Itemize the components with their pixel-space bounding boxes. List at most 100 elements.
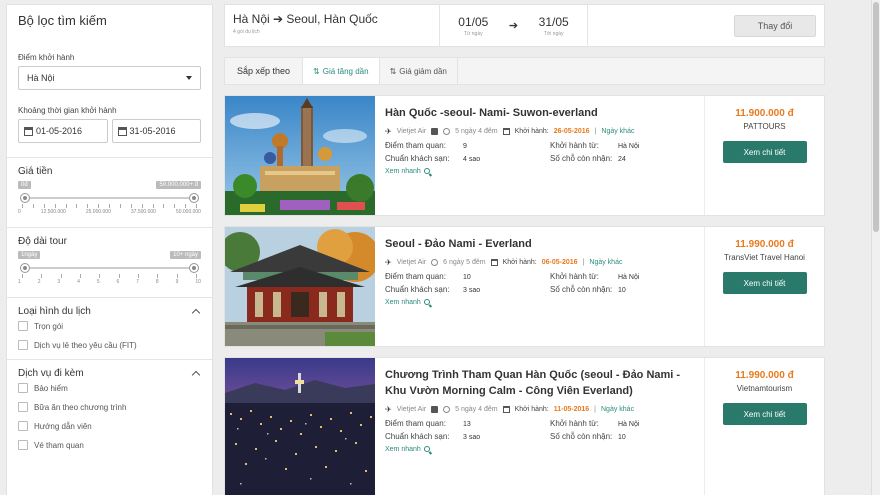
view-detail-button[interactable]: Xem chi tiết [722, 141, 807, 163]
bus-icon [431, 127, 439, 135]
sort-desc-icon: ⇅ [389, 66, 397, 76]
price-panel: 11.900.000 đ PATTOURS Xem chi tiết [705, 96, 824, 215]
scrollbar-thumb[interactable] [873, 2, 879, 232]
date-to-label: Tới ngày [543, 30, 564, 37]
duration-slider[interactable] [20, 262, 199, 274]
view-detail-button[interactable]: Xem chi tiết [722, 403, 807, 425]
sort-bar: Sắp xếp theo ⇅ Giá tăng dần ⇅ Giá giảm d… [224, 57, 825, 85]
price: 11.990.000 đ [735, 370, 794, 381]
quick-view-link[interactable]: Xem nhanh [385, 446, 694, 453]
duration-min-tag: 1ngày [18, 251, 41, 259]
price-slider[interactable] [20, 192, 199, 204]
page-scrollbar[interactable] [871, 0, 880, 495]
departure-label: Khởi hành: [514, 127, 549, 135]
tour-type-heading[interactable]: Loại hình du lịch [18, 306, 201, 318]
service-option[interactable]: Hướng dẫn viên [18, 421, 201, 431]
tour-image[interactable] [225, 358, 375, 495]
date-to-input[interactable]: 31-05-2016 [111, 119, 201, 143]
tour-card: Hàn Quốc -seoul- Nami- Suwon-everland ✈ … [224, 95, 825, 216]
departure-label: Khởi hành: [502, 258, 537, 266]
tour-type-option[interactable]: Dịch vụ lẻ theo yêu cầu (FIT) [18, 340, 201, 350]
caret-down-icon [186, 76, 192, 80]
seats-label: Số chỗ còn nhận: [550, 284, 613, 294]
other-days-link[interactable]: Ngày khác [601, 128, 634, 135]
divider [7, 359, 212, 360]
sort-price-desc-tab[interactable]: ⇅ Giá giảm dần [378, 58, 458, 84]
departure-label: Điểm khởi hành [18, 53, 75, 62]
change-button[interactable]: Thay đổi [734, 14, 816, 37]
search-icon [423, 299, 430, 306]
tour-type-option[interactable]: Trọn gói [18, 321, 201, 331]
other-days-link[interactable]: Ngày khác [601, 406, 634, 413]
quick-view-link[interactable]: Xem nhanh [385, 299, 694, 306]
route-title: Hà Nội ➔ Seoul, Hàn Quốc [233, 12, 378, 26]
price-panel: 11.990.000 đ Vietnamtourism Xem chi tiết [705, 358, 824, 495]
option-label: Vé tham quan [34, 440, 84, 450]
departure-date: 26-05-2016 [553, 127, 590, 135]
date-from-input[interactable]: 01-05-2016 [18, 119, 108, 143]
quick-view-label: Xem nhanh [385, 298, 421, 306]
depart-from-label: Khởi hành từ: [550, 271, 599, 281]
tour-image[interactable] [225, 96, 375, 215]
tour-details: Điểm tham quan: 9 Khởi hành từ: Hà Nội Chu… [385, 141, 694, 163]
sort-price-asc-tab[interactable]: ⇅ Giá tăng dần [302, 58, 379, 84]
tour-title[interactable]: Seoul - Đảo Nami - Everland [385, 237, 694, 253]
airline: Vietjet Air [396, 127, 427, 135]
checkbox[interactable] [18, 340, 28, 350]
checkbox[interactable] [18, 440, 28, 450]
seats-value: 10 [618, 286, 626, 294]
plane-icon: ✈ [385, 257, 392, 267]
departure-select[interactable]: Hà Nội [18, 66, 201, 90]
other-days-link[interactable]: Ngày khác [589, 259, 622, 266]
depart-from-value: Hà Nội [618, 273, 640, 281]
chevron-up-icon[interactable] [191, 370, 201, 380]
seats-value: 10 [618, 433, 626, 441]
services-heading[interactable]: Dịch vụ đi kèm [18, 368, 201, 380]
tour-image[interactable] [225, 227, 375, 346]
price-max-tag: 50.000.000+ đ [156, 181, 201, 189]
date-range: 01/05 Từ ngày ➔ 31/05 Tới ngày [440, 5, 588, 46]
checkbox[interactable] [18, 402, 28, 412]
sort-desc-label: Giá giảm dần [399, 66, 447, 76]
price-min-tag: 0đ [18, 181, 31, 189]
service-option[interactable]: Vé tham quan [18, 440, 201, 450]
departure-date: 06-05-2016 [541, 258, 578, 266]
view-detail-button[interactable]: Xem chi tiết [722, 272, 807, 294]
calendar-icon [502, 127, 510, 135]
search-icon [423, 446, 430, 453]
depart-from-label: Khởi hành từ: [550, 140, 599, 150]
price-label: Giá tiền [18, 166, 53, 177]
departure-label: Khởi hành: [514, 405, 549, 413]
service-option[interactable]: Bữa ăn theo chương trình [18, 402, 201, 412]
date-from-value: 01-05-2016 [36, 126, 83, 136]
date-to-value: 31-05-2016 [129, 126, 176, 136]
duration-max-handle[interactable] [189, 263, 199, 273]
slider-track [20, 267, 199, 269]
city-night-photo [225, 358, 375, 495]
filter-title: Bộ lọc tìm kiếm [18, 13, 107, 28]
option-label: Hướng dẫn viên [34, 421, 92, 431]
quick-view-label: Xem nhanh [385, 167, 421, 175]
checkbox[interactable] [18, 421, 28, 431]
duration-min-handle[interactable] [20, 263, 30, 273]
seats-label: Số chỗ còn nhận: [550, 431, 613, 441]
agency: Vietnamtourism [736, 384, 793, 393]
calendar-icon [502, 405, 510, 413]
chevron-up-icon[interactable] [191, 308, 201, 318]
hotel-label: Chuẩn khách sạn: [385, 153, 450, 163]
tour-title[interactable]: Hàn Quốc -seoul- Nami- Suwon-everland [385, 106, 694, 122]
tick-label: 10 [195, 279, 201, 285]
checkbox[interactable] [18, 321, 28, 331]
sort-label: Sắp xếp theo [237, 66, 291, 76]
option-label: Bảo hiểm [34, 383, 68, 393]
duration-tick-labels: 1 2 3 4 5 6 7 8 9 10 [18, 279, 201, 285]
service-option[interactable]: Bảo hiểm [18, 383, 201, 393]
price-max-handle[interactable] [189, 193, 199, 203]
price-min-handle[interactable] [20, 193, 30, 203]
date-from: 01/05 [458, 14, 489, 29]
tour-title[interactable]: Chương Trình Tham Quan Hàn Quốc (seoul -… [385, 368, 694, 400]
checkbox[interactable] [18, 383, 28, 393]
calendar-icon [117, 126, 127, 136]
quick-view-link[interactable]: Xem nhanh [385, 168, 694, 175]
attractions-label: Điểm tham quan: [385, 271, 446, 281]
